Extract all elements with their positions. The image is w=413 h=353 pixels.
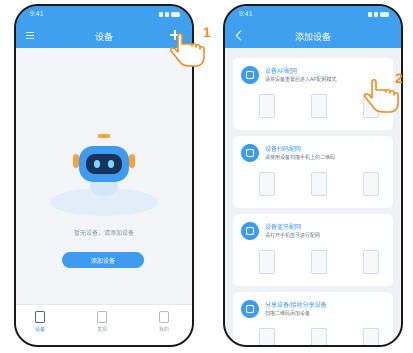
method-card-share[interactable]: 分享设备/接收分享设备 扫描二维码添加设备 [233, 292, 393, 345]
qr-scan-icon [241, 144, 259, 162]
card-steps [259, 250, 379, 278]
method-card-scan[interactable]: 设备扫码配网 请使用设备扫描手机上的二维码 [233, 136, 393, 208]
card-title: 设备AP配网 [265, 69, 298, 75]
card-title: 分享设备/接收分享设备 [265, 303, 327, 309]
step-thumbnail [363, 250, 379, 274]
signal-icon [159, 12, 163, 17]
page-title: 设备 [94, 32, 113, 42]
card-steps [259, 328, 379, 345]
ap-network-icon [241, 66, 259, 84]
tab-label: 设备 [34, 327, 45, 333]
battery-icon [380, 12, 389, 17]
add-device-button[interactable]: 添加设备 [62, 252, 144, 268]
card-steps [259, 172, 379, 200]
app-bar: 设备 [16, 24, 192, 48]
tab-label: 我的 [158, 327, 169, 333]
step-thumbnail [311, 328, 327, 345]
empty-state: 暂无设备，请添加设备 添加设备 [16, 48, 192, 305]
bluetooth-icon [241, 222, 259, 240]
card-description: 扫描二维码添加设备 [265, 311, 311, 317]
empty-hint: 暂无设备，请添加设备 [73, 231, 134, 237]
step-thumbnail [259, 172, 275, 196]
card-steps [259, 94, 379, 122]
status-icons [159, 12, 180, 17]
wifi-icon [165, 12, 169, 17]
method-card-bluetooth[interactable]: 设备蓝牙配网 请打开手机蓝牙进行配网 [233, 214, 393, 286]
card-title: 设备扫码配网 [265, 147, 302, 153]
robot-eye-right [108, 160, 114, 168]
robot-antenna [98, 134, 110, 138]
tab-bar: 设备 发现 我的 [16, 304, 192, 345]
step-thumbnail [311, 172, 327, 196]
page-title: 添加设备 [294, 32, 331, 42]
tab-devices[interactable]: 设备 [20, 311, 60, 341]
share-icon [241, 300, 259, 318]
app-bar: 添加设备 [225, 24, 401, 48]
battery-icon [171, 12, 180, 17]
robot-face [86, 154, 122, 174]
step-thumbnail [259, 328, 275, 345]
step-number-1: 1 [203, 24, 211, 40]
phone-device-list: 9:41 设备 暂无设备，请添加设备 添加设备 设备 发现 我的 [14, 4, 194, 347]
tap-hand-icon [168, 30, 208, 70]
step-number-2: 2 [395, 70, 403, 86]
discover-icon [97, 311, 107, 323]
tab-profile[interactable]: 我的 [144, 311, 184, 341]
tab-discover[interactable]: 发现 [82, 311, 122, 341]
status-bar: 9:41 [16, 6, 192, 24]
step-thumbnail [363, 328, 379, 345]
profile-icon [159, 311, 169, 323]
robot-eye-left [94, 160, 100, 168]
status-bar: 9:41 [225, 6, 401, 24]
tab-label: 发现 [96, 327, 107, 333]
status-time: 9:41 [30, 11, 44, 18]
card-title: 设备蓝牙配网 [265, 225, 302, 231]
card-description: 请打开手机蓝牙进行配网 [265, 233, 321, 239]
robot-illustration [50, 128, 158, 216]
card-description: 请使用设备扫描手机上的二维码 [265, 155, 336, 161]
phone-add-device: 9:41 添加设备 设备AP配网 请将设备重置后进入AP配网模式 设备扫码配网 … [223, 4, 403, 347]
step-thumbnail [259, 250, 275, 274]
wifi-icon [374, 12, 378, 17]
card-description: 请将设备重置后进入AP配网模式 [265, 77, 337, 83]
signal-icon [368, 12, 372, 17]
step-thumbnail [311, 250, 327, 274]
step-thumbnail [363, 172, 379, 196]
status-time: 9:41 [239, 11, 253, 18]
robot-ear-right [129, 154, 135, 168]
devices-icon [35, 311, 45, 323]
step-thumbnail [259, 94, 275, 118]
status-icons [368, 12, 389, 17]
step-thumbnail [311, 94, 327, 118]
robot-head [79, 146, 129, 182]
